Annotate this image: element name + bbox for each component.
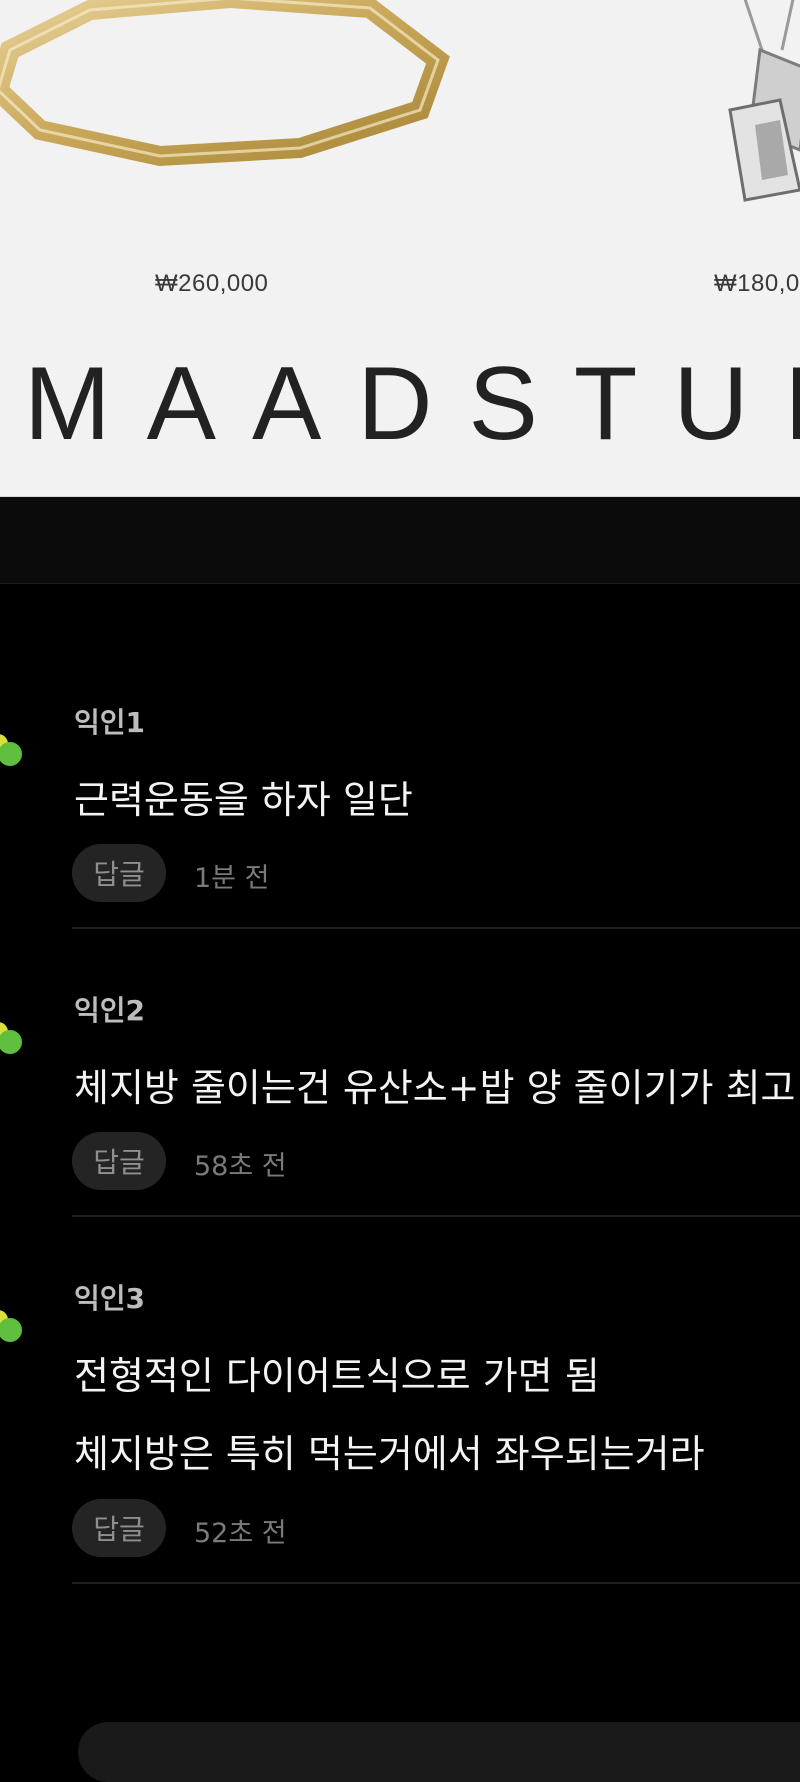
comment-author: 익인1 [74, 706, 146, 739]
product-price: ₩180,0 [714, 270, 800, 297]
reply-button[interactable]: 답글 [72, 844, 166, 902]
comment-text: 근력운동을 하자 일단 [74, 778, 413, 822]
avatar-icon [0, 1022, 22, 1054]
product-price: ₩260,000 [155, 270, 269, 297]
reply-button[interactable]: 답글 [72, 1132, 166, 1190]
comment-text: 체지방 줄이는건 유산소+밥 양 줄이기가 최고 [74, 1066, 796, 1110]
silver-pendant-icon[interactable] [700, 0, 800, 230]
ad-banner[interactable]: ₩260,000 ₩180,0 MAADSTUD [0, 0, 800, 498]
comment-time: 1분 전 [194, 863, 270, 894]
comment-text: 체지방은 특히 먹는거에서 좌우되는거라 [74, 1432, 705, 1476]
divider [72, 927, 800, 929]
comment-input-bar[interactable] [78, 1722, 800, 1782]
divider [72, 1215, 800, 1217]
comment-time: 52초 전 [194, 1518, 287, 1549]
comments-header-bar [0, 497, 800, 584]
avatar-icon [0, 734, 22, 766]
comment-author: 익인3 [74, 1282, 146, 1315]
comment-text: 전형적인 다이어트식으로 가면 됨 [74, 1354, 600, 1398]
reply-button[interactable]: 답글 [72, 1499, 166, 1557]
brand-logo-text: MAADSTUD [24, 346, 800, 462]
comment-author: 익인2 [74, 994, 146, 1027]
avatar-icon [0, 1310, 22, 1342]
gold-ring-icon[interactable] [0, 0, 490, 180]
comment-time: 58초 전 [194, 1151, 287, 1182]
divider [72, 1582, 800, 1584]
